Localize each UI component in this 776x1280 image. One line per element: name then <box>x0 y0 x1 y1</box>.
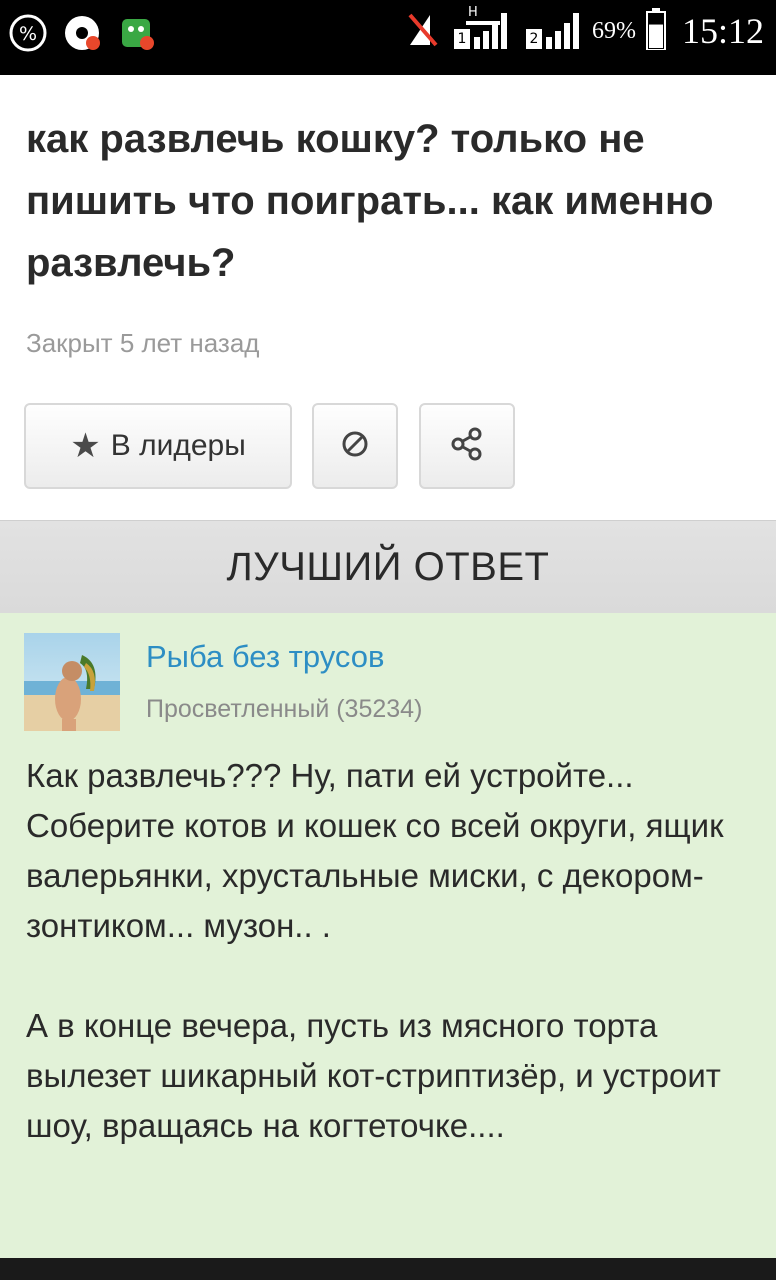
star-icon: ★ <box>70 427 101 465</box>
author-rank: Просветленный (35234) <box>146 695 423 723</box>
leaders-button[interactable]: ★ В лидеры <box>24 403 292 489</box>
leaders-button-label: В лидеры <box>110 429 246 462</box>
sim1-signal-icon: H 1 <box>452 5 514 55</box>
battery-percent: 69% <box>591 17 636 44</box>
question-title: как развлечь кошку? только не пишить что… <box>26 117 714 285</box>
author-avatar[interactable] <box>24 633 120 731</box>
svg-text:%: % <box>19 23 37 45</box>
clock: 15:12 <box>681 11 764 51</box>
block-icon <box>340 429 370 464</box>
page: % H 1 2 69% 15:12 как развлечь кошку? то… <box>0 0 776 1280</box>
author-name-link[interactable]: Рыба без трусов <box>146 639 384 675</box>
sim2-signal-icon: 2 <box>524 7 582 55</box>
answer-text: Как развлечь??? Ну, пати ей устройте... … <box>26 751 750 1201</box>
game-app-icon <box>116 13 156 53</box>
block-button[interactable] <box>312 403 398 489</box>
percent-notification-icon: % <box>8 13 48 53</box>
status-bar-notifications: % <box>8 8 156 58</box>
share-icon <box>450 426 484 467</box>
battery-icon <box>645 7 666 55</box>
answer-paragraph: Как развлечь??? Ну, пати ей устройте... … <box>26 757 724 944</box>
music-app-icon <box>62 13 102 53</box>
bottom-edge <box>0 1258 776 1280</box>
share-button[interactable] <box>419 403 515 489</box>
status-bar-system: H 1 2 69% 15:12 <box>406 5 764 56</box>
answer-paragraph: А в конце вечера, пусть из мясного торта… <box>26 1007 721 1144</box>
best-answer-header: ЛУЧШИЙ ОТВЕТ <box>0 520 776 613</box>
no-signal-icon <box>406 9 442 54</box>
question-status: Закрыт 5 лет назад <box>26 328 260 358</box>
best-answer: Рыба без трусов Просветленный (35234) Ка… <box>0 613 776 1258</box>
status-bar: % H 1 2 69% 15:12 <box>0 0 776 75</box>
